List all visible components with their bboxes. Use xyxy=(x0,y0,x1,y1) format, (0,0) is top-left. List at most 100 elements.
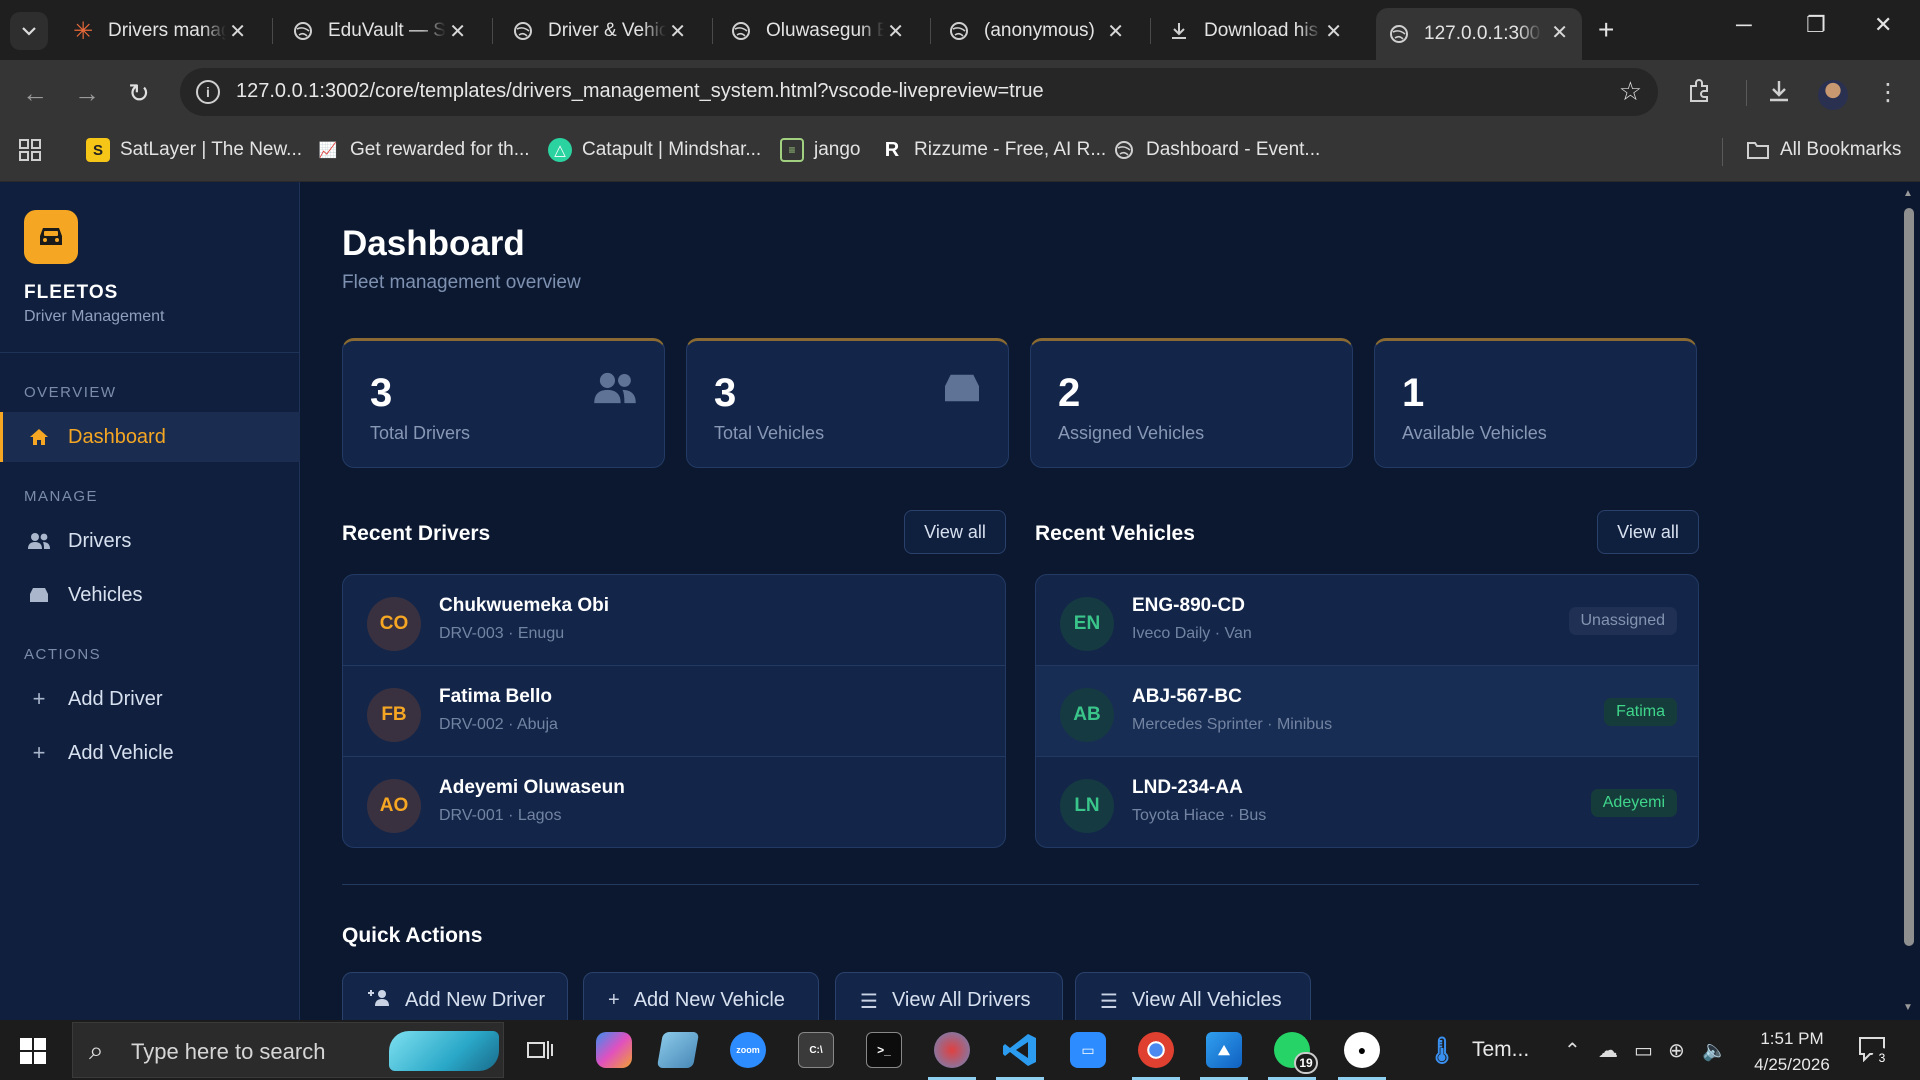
forward-button[interactable]: → xyxy=(74,78,100,109)
tab-localhost-active[interactable]: 127.0.0.1:3002 ✕ xyxy=(1376,8,1582,60)
close-icon[interactable]: ✕ xyxy=(1551,20,1568,45)
reload-button[interactable]: ↻ xyxy=(128,78,150,109)
list-item[interactable]: AB ABJ-567-BC Mercedes Sprinter · Minibu… xyxy=(1036,666,1698,757)
list-icon: ☰ xyxy=(860,991,878,1013)
section-label-manage: MANAGE xyxy=(24,488,99,505)
photos-icon[interactable]: ⛰ xyxy=(1200,1032,1248,1080)
tab-label: 127.0.0.1:3002 xyxy=(1424,23,1542,44)
copilot-icon[interactable] xyxy=(596,1032,632,1068)
close-window-button[interactable]: ✕ xyxy=(1874,12,1892,38)
sidebar-item-vehicles[interactable]: Vehicles xyxy=(0,570,300,620)
tab-download-history[interactable]: Download his ✕ xyxy=(1156,10,1356,52)
sidebar-item-dashboard[interactable]: Dashboard xyxy=(0,412,300,462)
car-logo-icon[interactable] xyxy=(24,210,78,264)
extensions-icon[interactable] xyxy=(1686,78,1712,111)
tab-drivers-management[interactable]: ✳ Drivers manag ✕ xyxy=(60,10,260,52)
restore-button[interactable]: ❐ xyxy=(1806,12,1826,38)
apps-grid-icon[interactable] xyxy=(18,138,42,162)
brand-name: FLEETOS xyxy=(24,282,119,303)
downloads-icon[interactable] xyxy=(1766,78,1792,111)
stat-card-total-vehicles: 3 Total Vehicles xyxy=(686,338,1009,468)
list-item[interactable]: LN LND-234-AA Toyota Hiace · Bus Adeyemi xyxy=(1036,757,1698,847)
paint-icon[interactable] xyxy=(928,1032,976,1080)
scroll-down-icon[interactable]: ▼ xyxy=(1903,1002,1913,1013)
driver-meta: DRV-002 · Abuja xyxy=(439,716,558,733)
notifications-icon[interactable]: 3 xyxy=(1858,1036,1892,1068)
network-off-icon[interactable]: ☁ xyxy=(1598,1038,1618,1063)
list-item[interactable]: EN ENG-890-CD Iveco Daily · Van Unassign… xyxy=(1036,575,1698,666)
bookmark-jango[interactable]: ≡ jango xyxy=(780,138,861,162)
whatsapp-icon[interactable]: 19 xyxy=(1268,1032,1318,1080)
add-new-driver-button[interactable]: Add New Driver xyxy=(342,972,568,1020)
thermometer-icon[interactable]: 🌡 xyxy=(1424,1032,1460,1068)
stat-label: Available Vehicles xyxy=(1402,423,1547,443)
sidebar-item-label: Drivers xyxy=(68,529,132,552)
new-tab-button[interactable]: + xyxy=(1598,14,1614,46)
avatar: EN xyxy=(1060,597,1114,651)
close-icon[interactable]: ✕ xyxy=(1107,19,1124,44)
bookmark-catapult[interactable]: △ Catapult | Mindshar... xyxy=(548,138,761,162)
driver-meta: DRV-001 · Lagos xyxy=(439,807,562,824)
sidebar-item-label: Dashboard xyxy=(68,425,166,448)
back-button[interactable]: ← xyxy=(22,78,48,109)
bookmark-dashboard-event[interactable]: Dashboard - Event... xyxy=(1112,138,1320,162)
language-globe-icon[interactable]: ⊕ xyxy=(1668,1038,1685,1063)
close-icon[interactable]: ✕ xyxy=(887,19,904,44)
notepad-icon[interactable] xyxy=(656,1032,700,1068)
address-bar[interactable]: i 127.0.0.1:3002/core/templates/drivers_… xyxy=(180,68,1658,116)
close-icon[interactable]: ✕ xyxy=(229,19,246,44)
tab-search-button[interactable] xyxy=(10,12,48,50)
sidebar-item-add-driver[interactable]: + Add Driver xyxy=(0,674,300,724)
avatar: CO xyxy=(367,597,421,651)
sidebar-item-add-vehicle[interactable]: + Add Vehicle xyxy=(0,728,300,778)
close-icon[interactable]: ✕ xyxy=(1325,19,1342,44)
scrollbar-thumb[interactable] xyxy=(1904,208,1914,946)
tab-label: Download his xyxy=(1204,20,1319,41)
close-icon[interactable]: ✕ xyxy=(669,19,686,44)
minimize-button[interactable]: ─ xyxy=(1736,12,1752,38)
list-item[interactable]: FB Fatima Bello DRV-002 · Abuja xyxy=(343,666,1005,757)
button-label: Add New Vehicle xyxy=(633,989,785,1011)
scroll-up-icon[interactable]: ▲ xyxy=(1903,188,1913,199)
bookmark-star-icon[interactable]: ☆ xyxy=(1619,76,1642,107)
github-icon[interactable]: ● xyxy=(1338,1032,1386,1080)
list-item[interactable]: AO Adeyemi Oluwaseun DRV-001 · Lagos xyxy=(343,757,1005,847)
site-info-icon[interactable]: i xyxy=(196,80,220,104)
zoom-meeting-icon[interactable]: ▭ xyxy=(1070,1032,1106,1068)
all-bookmarks-button[interactable]: All Bookmarks xyxy=(1746,138,1901,162)
bookmark-satlayer[interactable]: S SatLayer | The New... xyxy=(86,138,302,162)
battery-icon[interactable]: ▭ xyxy=(1634,1038,1653,1063)
stat-label: Total Vehicles xyxy=(714,423,825,443)
taskbar-search-box[interactable]: ⌕ Type here to search xyxy=(72,1022,504,1078)
rizzume-icon: R xyxy=(884,138,900,161)
list-item[interactable]: CO Chukwuemeka Obi DRV-003 · Enugu xyxy=(343,575,1005,666)
task-view-icon[interactable] xyxy=(522,1032,558,1068)
tab-anonymous[interactable]: (anonymous) ✕ xyxy=(936,10,1138,52)
terminal-icon[interactable]: C:\ xyxy=(798,1032,834,1068)
view-all-vehicles-button[interactable]: View all xyxy=(1597,510,1699,554)
command-prompt-icon[interactable]: >_ xyxy=(866,1032,902,1068)
zoom-icon[interactable]: zoom xyxy=(730,1032,766,1068)
weather-label[interactable]: Tem... xyxy=(1472,1038,1529,1062)
windows-start-icon[interactable] xyxy=(20,1038,46,1069)
close-icon[interactable]: ✕ xyxy=(449,19,466,44)
chevron-up-icon[interactable]: ⌃ xyxy=(1564,1038,1581,1063)
taskbar-clock[interactable]: 1:51 PM 4/25/2026 xyxy=(1740,1026,1844,1078)
view-all-vehicles-quick-button[interactable]: ☰ View All Vehicles xyxy=(1075,972,1311,1020)
tab-eduvault[interactable]: EduVault — St ✕ xyxy=(280,10,480,52)
view-all-drivers-button[interactable]: View all xyxy=(904,510,1006,554)
add-new-vehicle-button[interactable]: + Add New Vehicle xyxy=(583,972,819,1020)
stat-value: 1 xyxy=(1402,371,1425,415)
more-menu-icon[interactable]: ⋮ xyxy=(1876,78,1900,107)
vscode-icon[interactable] xyxy=(996,1032,1044,1080)
bookmark-get-rewarded[interactable]: 📈 Get rewarded for th... xyxy=(316,138,530,162)
url-text[interactable]: 127.0.0.1:3002/core/templates/drivers_ma… xyxy=(236,80,1044,103)
chrome-icon[interactable] xyxy=(1132,1032,1180,1080)
tab-oluwasegun[interactable]: Oluwasegun E ✕ xyxy=(718,10,918,52)
view-all-drivers-quick-button[interactable]: ☰ View All Drivers xyxy=(835,972,1063,1020)
volume-icon[interactable]: 🔈 xyxy=(1702,1038,1727,1063)
tab-driver-vehicle[interactable]: Driver & Vehic ✕ xyxy=(500,10,700,52)
profile-avatar[interactable] xyxy=(1818,80,1848,110)
bookmark-rizzume[interactable]: R Rizzume - Free, AI R... xyxy=(880,138,1106,162)
sidebar-item-drivers[interactable]: Drivers xyxy=(0,516,300,566)
